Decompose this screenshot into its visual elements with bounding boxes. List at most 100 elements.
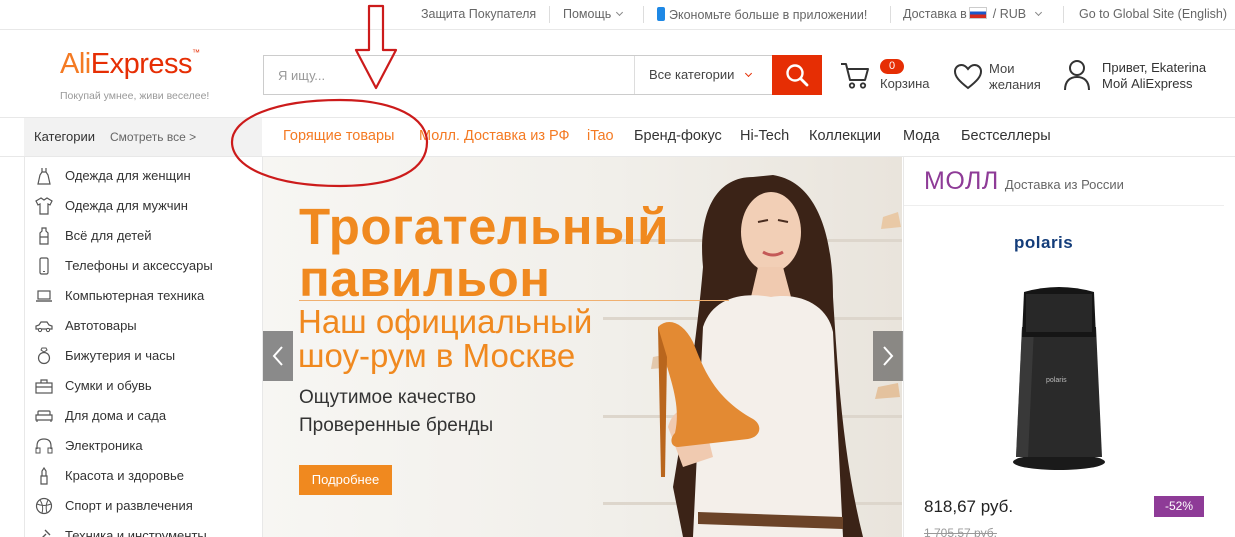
chevron-down-icon: [745, 69, 753, 78]
discount-badge: -52%: [1154, 496, 1204, 517]
chevron-down-icon: [616, 8, 624, 17]
laptop-icon: [36, 290, 52, 302]
product-price: 818,67 руб.: [924, 497, 1014, 516]
banner-title-line2: павильон: [299, 250, 551, 307]
sidebar-item-label: Автотовары: [65, 318, 137, 333]
sidebar-item-label: Красота и здоровье: [65, 468, 185, 483]
ball-icon: [35, 497, 53, 515]
baby-bottle-icon: [39, 227, 49, 245]
nav-hot-deals[interactable]: Горящие товары: [283, 128, 394, 144]
app-promo-link[interactable]: Экономьте больше в приложении!: [657, 7, 867, 22]
cart-icon: [841, 63, 869, 89]
mall-panel: МОЛЛ Доставка из России polaris polaris 8…: [903, 157, 1224, 537]
delivery-currency-menu[interactable]: Доставка в / RUB: [903, 7, 1043, 21]
user-icon: [1064, 60, 1090, 91]
sidebar-item-label: Телефоны и аксессуары: [65, 258, 213, 273]
dress-icon: [37, 168, 51, 185]
sidebar-item-label: Сумки и обувь: [65, 378, 152, 393]
car-icon: [35, 321, 53, 333]
sidebar-item-men[interactable]: Одежда для мужчин: [25, 191, 263, 221]
tools-icon: [42, 529, 51, 537]
chevron-left-icon: [272, 346, 283, 366]
see-all-link[interactable]: Смотреть все >: [110, 130, 196, 144]
mall-title: МОЛЛ: [924, 167, 999, 195]
banner-divider: [299, 300, 729, 301]
nav-mall-delivery[interactable]: Молл. Доставка из РФ: [419, 128, 570, 144]
greeting: Привет, Ekaterina: [1102, 60, 1207, 75]
cart-count-badge: 0: [880, 59, 904, 74]
sidebar-item-jewelry[interactable]: Бижутерия и часы: [25, 341, 263, 371]
search-button[interactable]: [772, 55, 822, 95]
categories-header: Категории Смотреть все >: [24, 118, 262, 156]
banner-feature-2: Проверенные бренды: [299, 415, 494, 436]
shirt-icon: [35, 197, 53, 215]
coffee-grinder-image[interactable]: polaris: [1004, 282, 1114, 472]
nav-collections[interactable]: Коллекции: [809, 128, 881, 144]
carousel-next-button[interactable]: [873, 331, 903, 381]
slogan: Покупай умнее, живи веселее!: [60, 90, 210, 102]
sofa-icon: [35, 410, 53, 422]
sidebar-item-beauty[interactable]: Красота и здоровье: [25, 461, 263, 491]
nav-brand-focus[interactable]: Бренд-фокус: [634, 128, 722, 144]
banner-title-line1: Трогательный: [299, 198, 669, 255]
cart-label: Корзина: [880, 76, 930, 91]
wishlist-label-1: Мои: [989, 61, 1015, 76]
heart-icon: [953, 63, 983, 90]
banner-feature-1: Ощутимое качество: [299, 387, 476, 408]
sidebar-item-label: Бижутерия и часы: [65, 348, 176, 363]
sidebar-item-phones[interactable]: Телефоны и аксессуары: [25, 251, 263, 281]
sidebar-item-label: Спорт и развлечения: [65, 498, 193, 513]
sidebar-item-label: Электроника: [65, 438, 143, 453]
banner-more-button[interactable]: Подробнее: [299, 465, 392, 495]
sidebar-item-label: Для дома и сада: [65, 408, 167, 423]
mall-header[interactable]: МОЛЛ Доставка из России: [924, 167, 1124, 196]
help-menu[interactable]: Помощь: [563, 7, 624, 21]
carousel-prev-button[interactable]: [263, 331, 293, 381]
sidebar-item-tools[interactable]: Техника и инструменты: [25, 521, 263, 537]
global-site-link[interactable]: Go to Global Site (English): [1079, 7, 1227, 21]
category-sidebar: Одежда для женщин Одежда для мужчин Всё …: [24, 157, 263, 537]
brand-logo: polaris: [1014, 233, 1074, 252]
promo-banner[interactable]: Трогательный павильон Наш официальный шоу-…: [263, 157, 902, 537]
model-with-shoe-image: [651, 175, 901, 537]
top-bar: Защита Покупателя Помощь Экономьте больш…: [0, 0, 1235, 30]
buyer-protection-link[interactable]: Защита Покупателя: [421, 7, 536, 21]
mobile-phone-icon: [657, 7, 665, 21]
categories-title: Категории: [34, 129, 95, 144]
nav-itao[interactable]: iTao: [587, 128, 614, 144]
sidebar-item-sport[interactable]: Спорт и развлечения: [25, 491, 263, 521]
phone-icon: [39, 257, 49, 275]
nav-bestsellers[interactable]: Бестселлеры: [961, 128, 1051, 144]
aliexpress-logo[interactable]: AliExpress™: [60, 48, 200, 81]
sidebar-item-label: Компьютерная техника: [65, 288, 205, 303]
russia-flag-icon: [968, 7, 987, 19]
sidebar-item-women[interactable]: Одежда для женщин: [25, 161, 263, 191]
nav-hitech[interactable]: Hi-Tech: [740, 128, 789, 144]
search-input[interactable]: [264, 56, 634, 94]
bag-icon: [35, 379, 53, 394]
banner-subtitle-line1: Наш официальный: [298, 303, 593, 340]
sidebar-item-auto[interactable]: Автотовары: [25, 311, 263, 341]
banner-title: Трогательный павильон: [299, 201, 669, 305]
search-box: Все категории: [263, 55, 773, 95]
sidebar-item-computers[interactable]: Компьютерная техника: [25, 281, 263, 311]
sidebar-item-label: Одежда для женщин: [65, 168, 191, 183]
aliexpress-home: Защита Покупателя Помощь Экономьте больш…: [0, 0, 1235, 537]
cart-link[interactable]: 0 Корзина: [840, 58, 940, 98]
sidebar-item-home[interactable]: Для дома и сада: [25, 401, 263, 431]
chevron-right-icon: [883, 346, 894, 366]
sidebar-item-bags[interactable]: Сумки и обувь: [25, 371, 263, 401]
old-price: 1 705,57 руб.: [924, 526, 997, 537]
nav-fashion[interactable]: Мода: [903, 128, 940, 144]
my-aliexpress-label: Мой AliExpress: [1102, 76, 1193, 91]
banner-subtitle-line2: шоу-рум в Москве: [298, 337, 576, 374]
chevron-down-icon: [1035, 8, 1043, 17]
sidebar-item-label: Техника и инструменты: [65, 528, 207, 537]
sidebar-item-electronics[interactable]: Электроника: [25, 431, 263, 461]
banner-subtitle: Наш официальный шоу-рум в Москве: [298, 305, 592, 373]
category-select[interactable]: Все категории: [634, 56, 773, 94]
sidebar-item-kids[interactable]: Всё для детей: [25, 221, 263, 251]
banner-features: Ощутимое качество Проверенные бренды: [299, 384, 493, 440]
search-icon: [786, 64, 809, 87]
headphones-icon: [35, 438, 53, 454]
